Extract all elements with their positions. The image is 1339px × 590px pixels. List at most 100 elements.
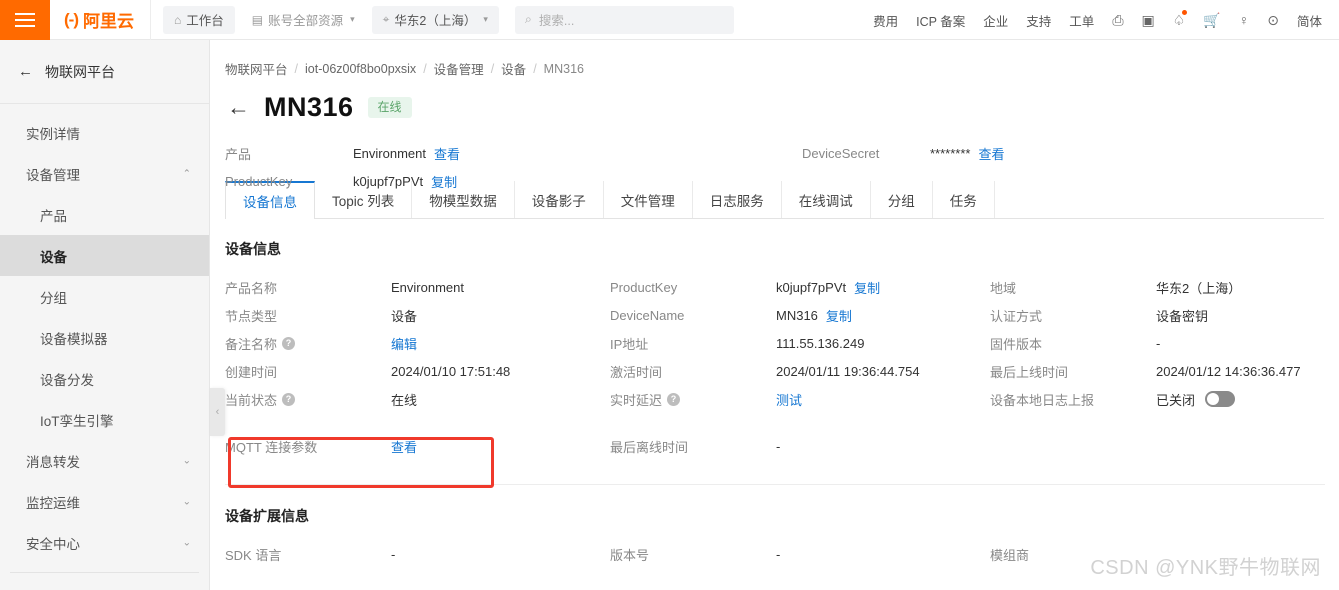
main-content: 物联网平台 / iot-06z00f8bo0pxsix / 设备管理 / 设备 … xyxy=(210,40,1339,590)
breadcrumb-item-device-management[interactable]: 设备管理 xyxy=(434,59,484,78)
device-ext-column-2: 版本号 - xyxy=(610,540,990,568)
nav-link-tickets[interactable]: 工单 xyxy=(1060,0,1103,40)
field-label: 版本号 xyxy=(610,547,650,563)
breadcrumb-item-instance-id[interactable]: iot-06z00f8bo0pxsix xyxy=(305,62,416,76)
sidebar-item-label: 监控运维 xyxy=(26,495,80,511)
field-last-offline-time: 最后离线时间 - xyxy=(610,432,990,460)
nav-link-enterprise[interactable]: 企业 xyxy=(974,0,1017,40)
nav-link-icp[interactable]: ICP 备案 xyxy=(907,0,974,40)
breadcrumb-item-current: MN316 xyxy=(543,61,584,76)
left-sidebar: ← 物联网平台 实例详情 设备管理 ⌃ 产品 设备 分组 设备模拟器 设备分发 … xyxy=(0,40,210,590)
sidebar-collapse-handle[interactable]: ‹ xyxy=(210,388,225,436)
notification-bell-icon[interactable]: ♤ xyxy=(1164,0,1195,40)
chevron-left-icon: ‹ xyxy=(215,406,220,418)
field-label: 模组商 xyxy=(990,547,1030,563)
local-log-report-toggle[interactable] xyxy=(1205,391,1236,407)
field-label: DeviceName xyxy=(610,307,685,323)
field-local-log-report: 设备本地日志上报 已关闭 xyxy=(990,385,1330,413)
productkey-copy-link[interactable]: 复制 xyxy=(854,278,880,297)
remark-name-edit-link[interactable]: 编辑 xyxy=(391,334,417,353)
summary-value-devicesecret: ******** xyxy=(930,145,971,161)
field-value: - xyxy=(1156,335,1161,351)
breadcrumb-item-devices[interactable]: 设备 xyxy=(501,59,526,78)
sidebar-item-label: 分组 xyxy=(40,290,67,306)
device-summary-meta: 产品 Environment 查看 ProductKey k0jupf7pPVt… xyxy=(210,123,1339,190)
console-terminal-icon[interactable]: ▣ xyxy=(1133,0,1164,40)
aliyun-logo-text: 阿里云 xyxy=(82,12,134,31)
field-label: 最后上线时间 xyxy=(990,364,1069,380)
latency-test-link[interactable]: 测试 xyxy=(776,390,802,409)
top-nav-left: ⌂ 工作台 ▤ 账号全部资源 ▾ ⌖ 华东2（上海） ▾ ⌕ 搜索... xyxy=(151,5,734,34)
sidebar-item-docs-tools[interactable]: 文档与工具 xyxy=(0,577,209,590)
field-label: 备注名称 ? xyxy=(225,334,391,353)
section-divider xyxy=(225,484,1325,485)
chevron-down-icon: ⌄ xyxy=(182,496,191,507)
sidebar-item-device-distribution[interactable]: 设备分发 xyxy=(0,358,209,399)
sidebar-divider xyxy=(10,572,199,573)
sidebar-item-device-management[interactable]: 设备管理 ⌃ xyxy=(0,153,209,194)
help-question-icon[interactable]: ? xyxy=(282,392,296,406)
mqtt-params-view-link[interactable]: 查看 xyxy=(391,437,417,456)
device-ext-panel: 设备扩展信息 SDK 语言 - 版本号 - 模组商 xyxy=(225,506,1325,570)
sidebar-item-security-center[interactable]: 安全中心 ⌄ xyxy=(0,522,209,563)
aliyun-logo-mark: (-) xyxy=(64,9,79,29)
devicename-copy-link[interactable]: 复制 xyxy=(826,306,852,325)
account-resources-label: 账号全部资源 xyxy=(268,14,344,28)
workbench-button[interactable]: ⌂ 工作台 xyxy=(162,5,235,34)
field-label: 设备本地日志上报 xyxy=(990,392,1095,408)
device-info-column-3: 地域 华东2（上海） 认证方式 设备密钥 固件版本 - 最后上线时间 2024/… xyxy=(990,273,1330,413)
back-arrow-icon[interactable]: ← xyxy=(227,96,250,119)
location-pin-icon: ⌖ xyxy=(382,12,390,26)
field-value: 已关闭 xyxy=(1156,392,1196,408)
aliyun-logo[interactable]: (-) 阿里云 xyxy=(50,0,151,40)
device-ext-column-3: 模组商 xyxy=(990,540,1330,568)
home-icon: ⌂ xyxy=(173,12,182,27)
field-label: 激活时间 xyxy=(610,364,663,380)
language-selector[interactable]: 简体 xyxy=(1288,0,1331,40)
account-resources-dropdown[interactable]: ▤ 账号全部资源 ▾ xyxy=(241,6,366,34)
sidebar-item-groups[interactable]: 分组 xyxy=(0,276,209,317)
help-question-icon[interactable]: ? xyxy=(667,392,681,406)
sidebar-title-label: 物联网平台 xyxy=(45,63,115,80)
devicesecret-view-link[interactable]: 查看 xyxy=(978,144,1004,163)
chevron-down-icon: ⌄ xyxy=(182,537,191,548)
nav-link-support[interactable]: 支持 xyxy=(1017,0,1060,40)
sidebar-item-label: 消息转发 xyxy=(26,454,80,470)
mobile-app-icon[interactable]: ⎙ xyxy=(1103,0,1132,40)
field-label: 创建时间 xyxy=(225,364,278,380)
help-question-icon[interactable]: ? xyxy=(282,336,296,350)
shopping-cart-icon[interactable]: 🛒 xyxy=(1194,0,1229,40)
field-value: - xyxy=(776,546,781,562)
nav-link-fees[interactable]: 费用 xyxy=(864,0,907,40)
field-value: 111.55.136.249 xyxy=(776,335,865,351)
field-label: 固件版本 xyxy=(990,336,1043,352)
field-ip-address: IP地址 111.55.136.249 xyxy=(610,329,990,357)
global-search-input[interactable]: ⌕ 搜索... xyxy=(514,5,734,34)
sidebar-item-iot-twin-engine[interactable]: IoT孪生引擎 xyxy=(0,399,209,440)
sidebar-item-devices[interactable]: 设备 xyxy=(0,235,209,276)
sidebar-item-label: 安全中心 xyxy=(26,536,80,552)
breadcrumb-item-iot-platform[interactable]: 物联网平台 xyxy=(225,59,288,78)
sidebar-item-device-simulator[interactable]: 设备模拟器 xyxy=(0,317,209,358)
region-selector[interactable]: ⌖ 华东2（上海） ▾ xyxy=(371,5,499,34)
product-view-link[interactable]: 查看 xyxy=(434,144,460,163)
field-label: 认证方式 xyxy=(990,308,1043,324)
help-question-icon[interactable]: ⊙ xyxy=(1258,0,1288,40)
sidebar-item-monitoring-ops[interactable]: 监控运维 ⌄ xyxy=(0,481,209,522)
field-value: - xyxy=(776,438,781,454)
field-version-number: 版本号 - xyxy=(610,540,990,568)
productkey-copy-link[interactable]: 复制 xyxy=(431,172,457,191)
lightbulb-idea-icon[interactable]: ♀ xyxy=(1230,0,1259,40)
field-sdk-language: SDK 语言 - xyxy=(225,540,610,568)
field-label: 产品名称 xyxy=(225,280,278,296)
hamburger-menu-icon[interactable] xyxy=(0,0,50,40)
device-info-column-2: ProductKey k0jupf7pPVt 复制 DeviceName MN3… xyxy=(610,273,990,460)
sidebar-item-instance-detail[interactable]: 实例详情 xyxy=(0,112,209,153)
sidebar-item-message-forwarding[interactable]: 消息转发 ⌄ xyxy=(0,440,209,481)
breadcrumb-separator: / xyxy=(490,61,495,76)
field-value: 2024/01/10 17:51:48 xyxy=(391,363,511,379)
status-badge: 在线 xyxy=(367,96,412,119)
sidebar-item-label: 设备分发 xyxy=(40,372,94,388)
sidebar-item-products[interactable]: 产品 xyxy=(0,194,209,235)
sidebar-title-back[interactable]: ← 物联网平台 xyxy=(0,40,209,104)
